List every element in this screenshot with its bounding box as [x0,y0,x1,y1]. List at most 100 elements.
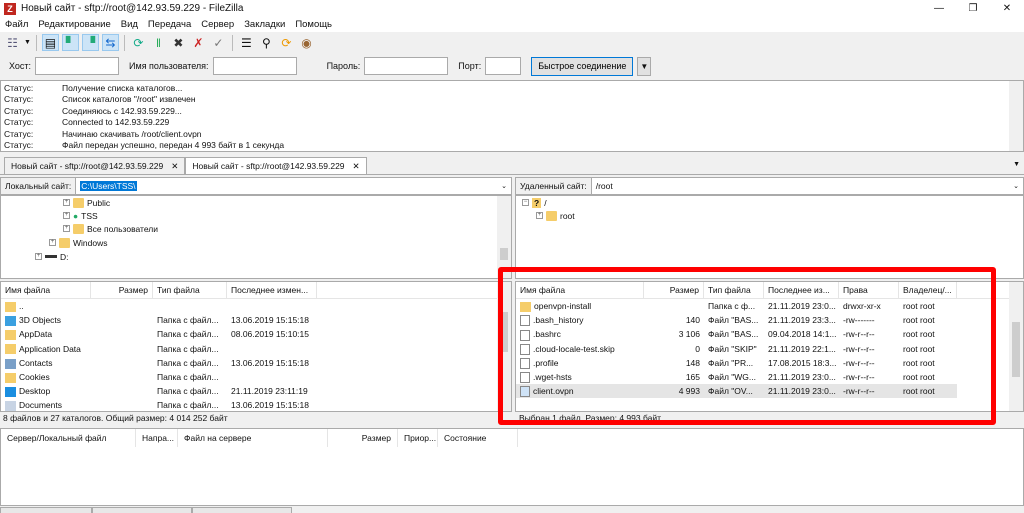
password-input[interactable] [364,57,449,75]
column-header[interactable]: Тип файла [153,282,227,298]
host-input[interactable] [35,57,120,75]
tab-successful[interactable] [192,507,292,513]
file-name: Application Data [1,342,91,356]
file-row[interactable]: 3D Objects Папка с файл... 13.06.2019 15:1… [1,313,317,327]
disconnect-icon[interactable]: ✗ [190,34,207,51]
file-row[interactable]: Application Data Папка с файл... [1,342,317,356]
port-input[interactable] [485,57,522,75]
queue-column-header[interactable]: Напра... [136,429,178,447]
local-tree: + Public + ● TSS + Все пользователи + Windows… [0,195,512,279]
user-input[interactable] [212,57,297,75]
log-kind: Статус: [4,128,34,139]
search-binoculars-icon[interactable]: ◉ [298,34,315,51]
tree-item[interactable]: + Public [63,196,110,209]
tab-connection-2[interactable]: Новый сайт - sftp://root@142.93.59.229 ✕ [185,157,367,174]
refresh-icon[interactable]: ⟳ [130,34,147,51]
close-tab-icon[interactable]: ✕ [171,161,178,172]
column-header[interactable]: Последнее измен... [227,282,317,298]
column-header[interactable]: Размер [91,282,153,298]
file-name: AppData [1,327,91,341]
log-scrollbar[interactable] [1009,81,1023,151]
connection-tabs: Новый сайт - sftp://root@142.93.59.229 ✕ … [0,157,1024,175]
file-name-text: Application Data [19,343,81,354]
menu-server[interactable]: Сервер [196,17,239,32]
folder-icon [5,344,16,355]
local-status: 8 файлов и 27 каталогов. Общий размер: 4… [3,413,228,423]
tree-item[interactable]: + Windows [49,236,107,249]
site-manager-icon[interactable]: ☷ [4,34,21,51]
file-type [153,299,227,313]
file-name-text: 3D Objects [19,315,62,326]
toggle-log-icon[interactable]: ▤ [41,34,59,51]
tree-item[interactable]: + root [536,209,575,222]
file-date: 13.06.2019 15:15:18 [231,357,309,368]
local-tree-scrollbar[interactable] [497,196,511,278]
tab-failed[interactable] [92,507,192,513]
folder-icon [5,330,16,341]
file-row[interactable]: Cookies Папка с файл... [1,370,317,384]
minimize-button[interactable]: — [922,0,956,17]
menu-bookmarks[interactable]: Закладки [239,17,290,32]
file-name: Cookies [1,370,91,384]
chevron-down-icon[interactable]: ⌄ [501,182,507,190]
log-row: Статус: Файл передан успешно, передан 4 9… [4,140,1023,151]
toggle-local-tree-icon[interactable]: ▘ [61,34,79,51]
title-bar: Z Новый сайт - sftp://root@142.93.59.229… [0,0,1024,17]
tree-item[interactable]: + D: [35,250,69,263]
file-row[interactable]: .. [1,299,317,313]
drive-icon [45,255,57,258]
close-tab-icon[interactable]: ✕ [353,161,360,172]
remote-list-scrollbar[interactable] [1009,282,1023,411]
sync-browse-icon[interactable]: ⟳ [278,34,295,51]
queue-column-header[interactable]: Состояние [438,429,518,447]
log-row: Статус: Connected to 142.93.59.229 [4,117,1023,128]
tree-item[interactable]: −? / [522,196,547,209]
cancel-icon[interactable]: ✖ [170,34,187,51]
toggle-remote-tree-icon[interactable]: ▝ [81,34,99,51]
toggle-queue-icon[interactable]: ⇆ [101,34,119,51]
chevron-down-icon[interactable]: ▼ [637,56,652,76]
local-site-bar: Локальный сайт: C:\Users\TSS\ ⌄ [0,177,512,195]
tab-queued[interactable] [0,507,92,513]
tree-item[interactable]: + ● TSS [63,209,98,222]
tree-item[interactable]: + Все пользователи [63,222,158,235]
file-row[interactable]: Desktop Папка с файл... 21.11.2019 23:11:1… [1,384,317,398]
local-path-input[interactable]: C:\Users\TSS\ [80,181,137,191]
log-message: Начинаю скачивать /root/client.ovpn [62,128,202,139]
process-queue-icon[interactable]: ‖ [150,34,167,51]
file-row[interactable]: AppData Папка с файл... 08.06.2019 15:10:1… [1,327,317,341]
file-name: Documents [1,398,91,411]
file-name-text: AppData [19,329,53,340]
remote-site-label: Удаленный сайт: [516,178,592,194]
queue-column-header[interactable]: Размер [328,429,398,447]
compare-icon[interactable]: ⚲ [258,34,275,51]
maximize-button[interactable]: ❐ [956,0,990,17]
quickconnect-button[interactable]: Быстрое соединение [531,56,634,76]
tab-list-icon[interactable]: ▼ [1013,161,1020,168]
queue-column-header[interactable]: Файл на сервере [178,429,328,447]
column-header[interactable]: Имя файла [1,282,91,298]
password-label: Пароль: [326,61,361,71]
filter-icon[interactable]: ☰ [238,34,255,51]
chevron-down-icon[interactable]: ⌄ [1013,182,1019,190]
reconnect-icon[interactable]: ✓ [210,34,227,51]
log-kind: Статус: [4,83,34,93]
file-row[interactable]: Contacts Папка с файл... 13.06.2019 15:15:… [1,356,317,370]
file-row[interactable]: Documents Папка с файл... 13.06.2019 15:15… [1,398,317,411]
menu-view[interactable]: Вид [116,17,143,32]
filezilla-icon: Z [4,2,16,15]
queue-column-header[interactable]: Приор... [398,429,438,447]
menu-file[interactable]: Файл [0,17,33,32]
tab-connection-1[interactable]: Новый сайт - sftp://root@142.93.59.229 ✕ [4,157,186,174]
log-row: Статус: Соединяюсь с 142.93.59.229... [4,106,1023,117]
menu-help[interactable]: Помощь [290,17,337,32]
queue-column-header[interactable]: Сервер/Локальный файл [1,429,136,447]
user-label: Имя пользователя: [129,61,209,71]
toolbar: ☷ ▼ ▤ ▘ ▝ ⇆ ⟳ ‖ ✖ ✗ ✓ ☰ ⚲ ⟳ ◉ [0,32,1024,53]
folder-icon [5,372,16,383]
menu-transfer[interactable]: Передача [143,17,196,32]
remote-path-input[interactable]: /root [596,181,613,191]
menu-edit[interactable]: Редактирование [33,17,115,32]
close-button[interactable]: ✕ [990,0,1024,17]
file-type: Папка с файл... [157,343,219,354]
